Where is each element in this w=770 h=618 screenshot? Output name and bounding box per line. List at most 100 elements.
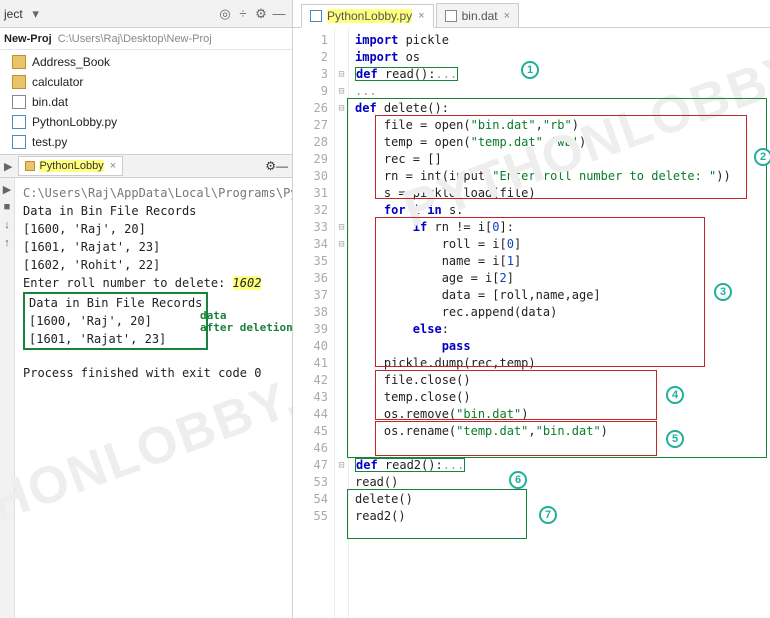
code-line: ... xyxy=(355,83,764,100)
badge-7: 7 xyxy=(539,506,557,524)
gear-icon[interactable]: ⚙ xyxy=(252,5,270,23)
badge-1: 1 xyxy=(521,61,539,79)
file-icon xyxy=(445,10,457,22)
run-play-icon[interactable]: ▶ xyxy=(4,160,12,173)
code-line: rec = [] xyxy=(355,151,764,168)
console-line: Enter roll number to delete: 1602 xyxy=(23,274,292,292)
line-gutter: 1239262728293031323334353637383940414243… xyxy=(293,28,335,618)
close-icon[interactable]: × xyxy=(418,10,424,22)
tab-pythonlobby[interactable]: PythonLobby.py × xyxy=(301,4,434,28)
code-line: delete() xyxy=(355,491,764,508)
code-line: file = open("bin.dat","rb") xyxy=(355,117,764,134)
result-box: Data in Bin File Records [1600, 'Raj', 2… xyxy=(23,292,208,350)
code-line: else: xyxy=(355,321,764,338)
collapse-icon[interactable]: ÷ xyxy=(234,5,252,23)
left-pane: ject ▾ ◎ ÷ ⚙ — New-Proj C:\Users\Raj\Des… xyxy=(0,0,293,618)
code-line: pickle.dump(rec,temp) xyxy=(355,355,764,372)
code-line: temp.close() xyxy=(355,389,764,406)
run-tab-label: PythonLobby xyxy=(39,160,103,172)
breadcrumb[interactable]: New-Proj C:\Users\Raj\Desktop\New-Proj xyxy=(0,28,292,50)
badge-6: 6 xyxy=(509,471,527,489)
target-icon[interactable]: ◎ xyxy=(216,5,234,23)
run-toolbar: ▶ PythonLobby × ⚙ — xyxy=(0,154,292,178)
tree-item-folder[interactable]: Address_Book xyxy=(0,52,292,72)
code-line: def read2():... xyxy=(355,457,764,474)
python-file-icon xyxy=(310,10,322,22)
code-line: file.close() xyxy=(355,372,764,389)
annotation: data after deletion xyxy=(200,310,292,334)
folder-icon xyxy=(12,75,26,89)
folder-icon xyxy=(12,55,26,69)
tree-item-file[interactable]: PythonLobby.py xyxy=(0,112,292,132)
close-icon[interactable]: × xyxy=(504,10,510,22)
code-line: os.rename("temp.dat","bin.dat") xyxy=(355,423,764,440)
tree-item-folder[interactable]: calculator xyxy=(0,72,292,92)
down-icon[interactable]: ↓ xyxy=(0,218,14,232)
tree-item-file[interactable]: bin.dat xyxy=(0,92,292,112)
code-line: if rn != i[0]: xyxy=(355,219,764,236)
badge-2: 2 xyxy=(754,148,770,166)
tab-label: bin.dat xyxy=(462,9,498,23)
stop-icon[interactable]: ■ xyxy=(0,200,14,214)
file-icon xyxy=(12,95,26,109)
code-line: temp = open("temp.dat",'wb') xyxy=(355,134,764,151)
run-path: C:\Users\Raj\AppData\Local\Programs\Pytl xyxy=(23,184,292,202)
gear-icon[interactable]: ⚙ xyxy=(265,159,276,173)
code-line: pass xyxy=(355,338,764,355)
editor-area: 1239262728293031323334353637383940414243… xyxy=(293,28,770,618)
user-input: 1602 xyxy=(233,276,262,290)
project-label: ject xyxy=(4,7,23,21)
project-toolbar: ject ▾ ◎ ÷ ⚙ — xyxy=(0,0,292,28)
python-file-icon xyxy=(12,135,26,149)
badge-4: 4 xyxy=(666,386,684,404)
editor-tabs: PythonLobby.py × bin.dat × xyxy=(293,0,770,28)
code-line: os.remove("bin.dat") xyxy=(355,406,764,423)
tab-label: PythonLobby.py xyxy=(327,9,412,23)
console-line: Data in Bin File Records xyxy=(23,202,292,220)
code-line: import os xyxy=(355,49,764,66)
code-line: s = pickle.load(file) xyxy=(355,185,764,202)
up-icon[interactable]: ↑ xyxy=(0,236,14,250)
code-line: name = i[1] xyxy=(355,253,764,270)
badge-3: 3 xyxy=(714,283,732,301)
fold-gutter[interactable]: ⊟⊟⊟⊟⊟⊟ xyxy=(335,28,349,618)
console-output[interactable]: PYTHONLOBBY.COM C:\Users\Raj\AppData\Loc… xyxy=(15,178,292,618)
console-line: [1600, 'Raj', 20] xyxy=(23,220,292,238)
rerun-icon[interactable]: ▶ xyxy=(0,182,14,196)
project-tree: Address_Book calculator bin.dat PythonLo… xyxy=(0,50,292,154)
project-name: New-Proj xyxy=(4,33,52,45)
dropdown-icon[interactable]: ▾ xyxy=(27,5,45,23)
console-line: Data in Bin File Records xyxy=(29,294,202,312)
code-line: import pickle xyxy=(355,32,764,49)
hide-icon[interactable]: — xyxy=(276,159,288,173)
hide-icon[interactable]: — xyxy=(270,5,288,23)
code-line: rn = int(input("Enter roll number to del… xyxy=(355,168,764,185)
python-file-icon xyxy=(12,115,26,129)
code-line: def delete(): xyxy=(355,100,764,117)
close-icon[interactable]: × xyxy=(110,160,116,172)
project-path: C:\Users\Raj\Desktop\New-Proj xyxy=(58,33,212,45)
right-pane: PythonLobby.py × bin.dat × 1239262728293… xyxy=(293,0,770,618)
code-line xyxy=(355,440,764,457)
badge-5: 5 xyxy=(666,430,684,448)
code-line: roll = i[0] xyxy=(355,236,764,253)
tree-item-file[interactable]: test.py xyxy=(0,132,292,152)
exit-line: Process finished with exit code 0 xyxy=(23,364,292,382)
console-area: ▶ ■ ↓ ↑ PYTHONLOBBY.COM C:\Users\Raj\App… xyxy=(0,178,292,618)
code-line: data = [roll,name,age] xyxy=(355,287,764,304)
code-line: age = i[2] xyxy=(355,270,764,287)
code-line: for i in s: xyxy=(355,202,764,219)
console-line: [1601, 'Rajat', 23] xyxy=(29,330,202,348)
console-line: [1602, 'Rohit', 22] xyxy=(23,256,292,274)
code-line: rec.append(data) xyxy=(355,304,764,321)
code-line: read2() xyxy=(355,508,764,525)
code-line: def read():... xyxy=(355,66,764,83)
console-line: [1601, 'Rajat', 23] xyxy=(23,238,292,256)
code-line: read() xyxy=(355,474,764,491)
run-tab[interactable]: PythonLobby × xyxy=(18,156,123,176)
console-line: [1600, 'Raj', 20] xyxy=(29,312,202,330)
tab-bindat[interactable]: bin.dat × xyxy=(436,3,519,27)
python-run-icon xyxy=(25,161,35,171)
run-gutter: ▶ ■ ↓ ↑ xyxy=(0,178,15,618)
code-editor[interactable]: PYTHONLOBBY.COM import pickle import os … xyxy=(349,28,770,618)
